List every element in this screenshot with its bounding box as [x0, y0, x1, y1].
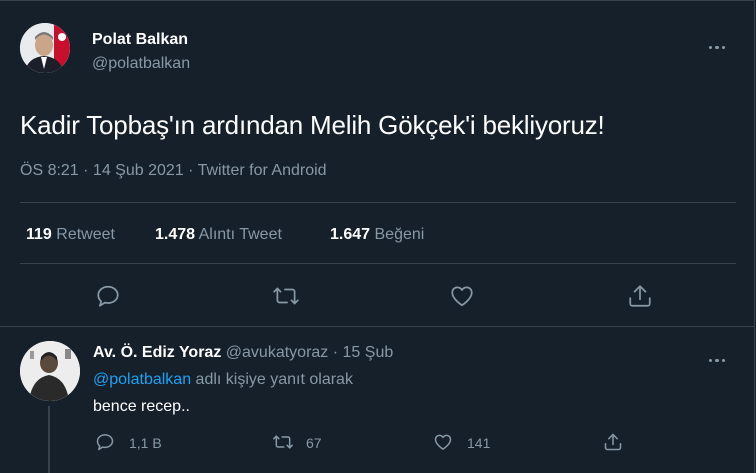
thread-line: [48, 406, 50, 473]
quotes-label: Alıntı Tweet: [198, 226, 282, 243]
reply-header: Av. Ö. Ediz Yoraz @avukatyoraz · 15 Şub: [93, 344, 393, 362]
author-avatar[interactable]: [20, 23, 70, 73]
reply-author-name[interactable]: Av. Ö. Ediz Yoraz: [93, 344, 221, 361]
author-name[interactable]: Polat Balkan: [92, 31, 188, 49]
quotes-stat[interactable]: 1.478 Alıntı Tweet: [155, 226, 282, 244]
reply-more-options-icon[interactable]: [707, 349, 727, 367]
reply-reply-icon[interactable]: [95, 432, 115, 452]
reply-retweet-icon[interactable]: [272, 432, 294, 452]
reply-text: bence recep..: [93, 398, 190, 415]
retweet-icon[interactable]: [272, 283, 300, 309]
reply-date[interactable]: 15 Şub: [343, 344, 394, 361]
reply-retweet-count: 67: [306, 435, 322, 451]
divider: [20, 202, 736, 203]
tweet-text: Kadir Topbaş'ın ardından Melih Gökçek'i …: [20, 110, 605, 140]
retweets-stat[interactable]: 119 Retweet: [26, 226, 115, 244]
replying-to-handle[interactable]: @polatbalkan: [93, 371, 191, 388]
reply-author-avatar[interactable]: [20, 341, 80, 401]
likes-label: Beğeni: [374, 226, 425, 243]
likes-stat[interactable]: 1.647 Beğeni: [330, 226, 424, 244]
replying-to-suffix: adlı kişiye yanıt olarak: [195, 371, 353, 388]
person-photo-icon: [20, 23, 70, 73]
reply-like-count: 141: [467, 435, 491, 451]
divider: [0, 326, 755, 327]
reply-share-icon[interactable]: [603, 432, 623, 452]
reply-reply-count: 1,1 B: [129, 435, 162, 451]
quotes-count: 1.478: [155, 226, 196, 243]
separator-dot: ·: [332, 344, 339, 361]
retweets-label: Retweet: [56, 226, 115, 243]
like-icon[interactable]: [449, 283, 475, 309]
retweets-count: 119: [26, 226, 52, 243]
reply-author-handle[interactable]: @avukatyoraz: [226, 344, 329, 361]
author-handle[interactable]: @polatbalkan: [92, 55, 190, 73]
person-photo-icon: [20, 341, 80, 401]
tweet-timestamp[interactable]: ÖS 8:21 · 14 Şub 2021 · Twitter for Andr…: [20, 162, 327, 180]
divider: [20, 263, 736, 264]
replying-to: @polatbalkan adlı kişiye yanıt olarak: [93, 371, 353, 389]
share-icon[interactable]: [627, 283, 653, 309]
more-options-icon[interactable]: [707, 36, 727, 54]
likes-count: 1.647: [330, 226, 371, 243]
reply-icon[interactable]: [95, 283, 121, 309]
reply-like-icon[interactable]: [433, 432, 453, 452]
